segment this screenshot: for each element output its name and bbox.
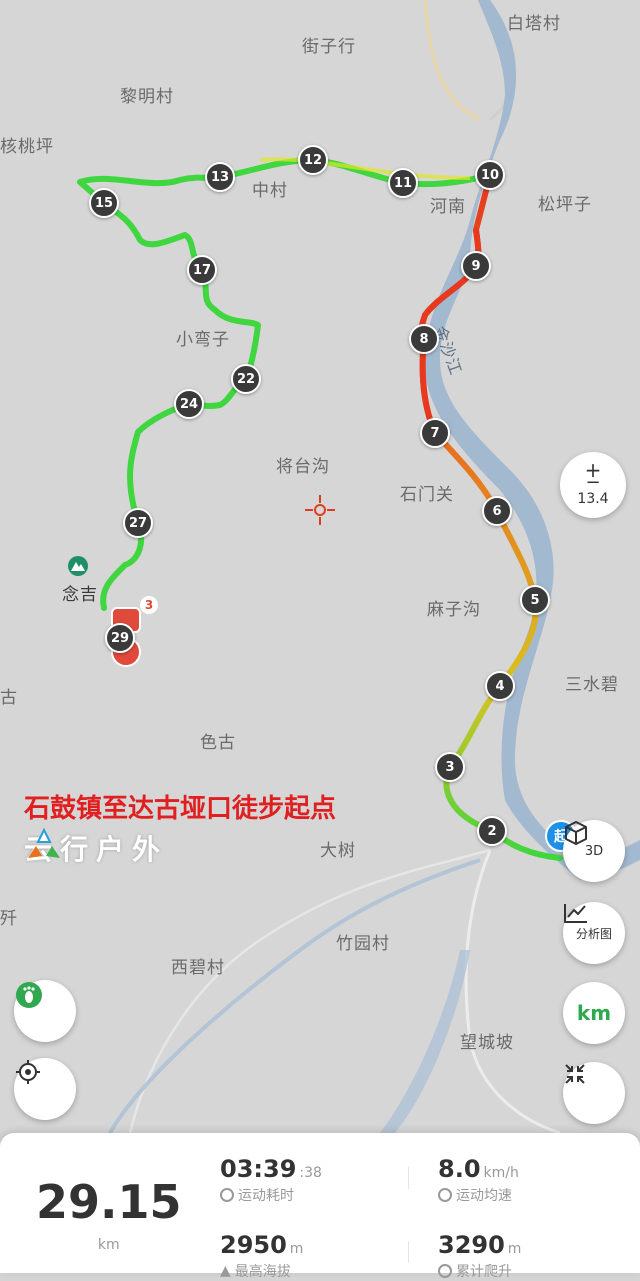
km-marker[interactable]: 27 — [123, 508, 153, 538]
distance-value: 29.15 — [36, 1175, 182, 1229]
km-marker[interactable]: 13 — [205, 162, 235, 192]
place-label: 白塔村 — [507, 14, 561, 34]
place-label: 松坪子 — [538, 195, 592, 215]
max-altitude-stat: 2950 m ▲ 最高海拔 — [220, 1231, 303, 1281]
place-label: 将台沟 — [276, 457, 330, 477]
map-view[interactable]: 白塔村 街子行 黎明村 核桃坪 中村 河南 松坪子 小弯子 将台沟 石门关 金沙… — [0, 0, 640, 1133]
place-label: 念吉 — [62, 585, 98, 605]
stats-panel: 29.15 km 03:39:38 运动耗时 8.0 km/h 运动均速 2950… — [0, 1133, 640, 1280]
place-label: 古 — [0, 688, 18, 708]
place-label: 中村 — [252, 181, 288, 201]
footprint-icon — [16, 982, 42, 1008]
distance-unit: km — [97, 1237, 120, 1253]
zoom-out-button[interactable]: − — [585, 474, 600, 492]
divider — [408, 1167, 409, 1189]
climb-label: 累计爬升 — [456, 1264, 512, 1280]
cube-icon — [565, 821, 587, 845]
km-marker[interactable]: 2 — [477, 816, 507, 846]
km-marker[interactable]: 29 — [105, 623, 135, 653]
locate-icon — [16, 1060, 40, 1084]
river — [108, 858, 481, 1133]
km-marker[interactable]: 8 — [409, 324, 439, 354]
road — [464, 849, 561, 1133]
place-label: 歼 — [0, 909, 18, 929]
km-marker[interactable]: 3 — [435, 752, 465, 782]
chart-icon — [564, 904, 587, 923]
duration-stat: 03:39:38 运动耗时 — [220, 1155, 322, 1205]
place-label: 西碧村 — [171, 958, 225, 978]
km-marker[interactable]: 12 — [298, 145, 328, 175]
speed-unit: km/h — [483, 1165, 519, 1181]
route-caption: 石鼓镇至达古垭口徒步起点 — [24, 794, 337, 824]
km-marker[interactable]: 22 — [231, 364, 261, 394]
max-altitude-value: 2950 — [220, 1231, 287, 1259]
km-marker[interactable]: 5 — [520, 585, 550, 615]
km-marker[interactable]: 4 — [485, 671, 515, 701]
duration-seconds: :38 — [299, 1165, 322, 1181]
road — [423, 0, 481, 122]
collapse-button[interactable] — [563, 1062, 625, 1124]
divider — [408, 1241, 409, 1263]
max-altitude-label: 最高海拔 — [234, 1264, 291, 1280]
km-marker[interactable]: 17 — [187, 255, 217, 285]
km-marker[interactable]: 15 — [89, 188, 119, 218]
place-label: 石门关 — [400, 485, 454, 505]
km-marker[interactable]: 7 — [420, 418, 450, 448]
place-label: 色古 — [200, 733, 236, 753]
road — [128, 848, 491, 1133]
place-label: 小弯子 — [176, 330, 230, 350]
speed-icon — [438, 1188, 452, 1202]
duration-label: 运动耗时 — [238, 1188, 294, 1204]
place-label: 河南 — [430, 197, 466, 217]
place-label: 望城坡 — [460, 1033, 514, 1053]
unit-label: km — [576, 1001, 612, 1025]
place-label: 街子行 — [302, 37, 356, 57]
3d-button[interactable]: 3D — [563, 820, 625, 882]
analysis-label: 分析图 — [575, 926, 612, 941]
place-label: 大树 — [320, 841, 356, 861]
footprint-button[interactable] — [14, 980, 76, 1042]
place-label: 麻子沟 — [427, 600, 481, 620]
river — [380, 950, 470, 1133]
zoom-control[interactable]: + − 13.4 — [560, 452, 626, 518]
duration-value: 03:39 — [220, 1155, 297, 1183]
km-marker[interactable]: 24 — [174, 389, 204, 419]
distance-stat: 29.15 km — [36, 1179, 182, 1253]
place-label: 核桃坪 — [0, 137, 54, 157]
photo-count-badge: 3 — [140, 596, 158, 614]
timer-icon — [220, 1188, 234, 1202]
place-label: 竹园村 — [336, 934, 390, 954]
speed-value: 8.0 — [438, 1155, 481, 1183]
zoom-level: 13.4 — [577, 491, 609, 507]
climb-icon — [438, 1264, 452, 1278]
climb-stat: 3290 m 累计爬升 — [438, 1231, 521, 1281]
climb-unit: m — [507, 1241, 522, 1257]
unit-button[interactable]: km — [563, 982, 625, 1044]
speed-stat: 8.0 km/h 运动均速 — [438, 1155, 519, 1205]
locate-button[interactable] — [14, 1058, 76, 1120]
collapse-icon — [565, 1064, 585, 1084]
speed-label: 运动均速 — [456, 1188, 512, 1204]
crosshair-icon — [305, 495, 335, 525]
mountain-icon: ▲ — [220, 1263, 231, 1279]
km-marker[interactable]: 10 — [475, 160, 505, 190]
km-marker[interactable]: 9 — [461, 251, 491, 281]
climb-value: 3290 — [438, 1231, 505, 1259]
brand-logo: 云行户外 — [24, 828, 168, 868]
place-label: 三水碧 — [565, 675, 619, 695]
max-altitude-unit: m — [289, 1241, 304, 1257]
brand-icon — [28, 828, 60, 858]
analysis-button[interactable]: 分析图 — [563, 902, 625, 964]
km-marker[interactable]: 6 — [482, 496, 512, 526]
km-marker[interactable]: 11 — [388, 168, 418, 198]
place-label: 黎明村 — [120, 87, 174, 107]
